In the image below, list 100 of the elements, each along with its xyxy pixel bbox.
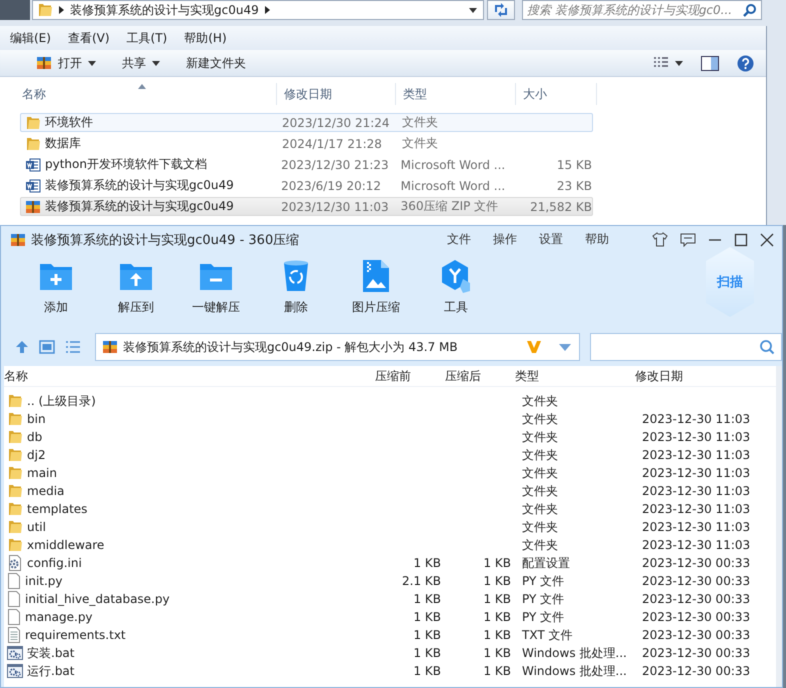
- file-name[interactable]: templates: [27, 502, 88, 516]
- column-header[interactable]: 名称: [0, 83, 277, 105]
- column-header[interactable]: 类型: [396, 83, 516, 105]
- file-row[interactable]: python开发环境软件下载文档 2023/12/30 21:23 Microsoft Word ... 15 KB: [20, 155, 593, 174]
- file-icon: [7, 591, 21, 607]
- file-type: 文件夹: [521, 482, 559, 500]
- file-name[interactable]: init.py: [25, 574, 63, 588]
- up-arrow-icon[interactable]: [15, 340, 29, 354]
- menu-item[interactable]: 工具(T): [126, 30, 168, 46]
- file-name[interactable]: bin: [27, 412, 46, 426]
- menu-item[interactable]: 操作: [493, 231, 517, 248]
- folder-icon: [7, 411, 23, 427]
- file-name[interactable]: dj2: [27, 448, 46, 462]
- column-header[interactable]: 名称: [4, 368, 371, 384]
- toolbar-button[interactable]: 共享: [116, 52, 166, 74]
- file-name[interactable]: util: [27, 520, 46, 534]
- file-name[interactable]: xmiddleware: [27, 538, 104, 552]
- menu-item[interactable]: 编辑(E): [10, 30, 51, 46]
- file-name: 装修预算系统的设计与实现gc0u49: [45, 198, 234, 215]
- view-options-button[interactable]: [653, 56, 683, 70]
- preview-pane-icon[interactable]: [701, 56, 719, 70]
- file-name[interactable]: main: [27, 466, 57, 480]
- file-type: 文件夹: [521, 500, 559, 518]
- path-field[interactable]: 装修预算系统的设计与实现gc0u49.zip - 解包大小为 43.7 MB: [94, 333, 580, 361]
- column-header[interactable]: 修改日期: [631, 368, 771, 384]
- file-row[interactable]: 装修预算系统的设计与实现gc0u49 2023/6/19 20:12 Microsoft Word ... 23 KB: [20, 176, 593, 195]
- search-field[interactable]: [590, 333, 782, 361]
- toolbar-button[interactable]: 解压到: [96, 259, 176, 316]
- help-icon[interactable]: [737, 54, 754, 72]
- menu-item[interactable]: 查看(V): [68, 30, 110, 46]
- search-field[interactable]: 搜索 装修预算系统的设计与实现gc0...: [522, 0, 762, 20]
- menu-item[interactable]: 设置: [539, 231, 563, 248]
- toolbar-button[interactable]: 新建文件夹: [180, 52, 252, 74]
- breadcrumb-item[interactable]: 装修预算系统的设计与实现gc0u49: [70, 2, 259, 18]
- file-row[interactable]: 环境软件 2023/12/30 21:24 文件夹: [20, 113, 593, 132]
- file-row[interactable]: 数据库 2024/1/17 21:28 文件夹: [20, 134, 593, 153]
- file-row[interactable]: 装修预算系统的设计与实现gc0u49 2023/12/30 11:03 360压缩 ZIP 文件 21,582 KB: [20, 197, 593, 216]
- address-dropdown-icon: [469, 8, 477, 12]
- document-icon: [25, 156, 41, 172]
- folder-plus-icon: [39, 261, 73, 291]
- original-size: 1 KB: [413, 592, 441, 606]
- file-name: 装修预算系统的设计与实现gc0u49: [45, 177, 234, 194]
- folder-icon: [7, 483, 23, 499]
- file-type: 文件夹: [521, 446, 559, 464]
- modified-date: 2023-12-30 11:03: [642, 430, 750, 444]
- toolbar-button[interactable]: 图片压缩: [336, 259, 416, 316]
- toolbar-button[interactable]: 一键解压: [176, 259, 256, 316]
- file-type: 文件夹: [521, 410, 559, 428]
- list-view-icon[interactable]: [64, 340, 81, 354]
- file-type: TXT 文件: [521, 626, 574, 644]
- menu-item[interactable]: 帮助(H): [184, 30, 227, 46]
- file-name[interactable]: .. (上级目录): [27, 392, 96, 410]
- file-name[interactable]: initial_hive_database.py: [25, 592, 170, 606]
- search-icon[interactable]: [759, 339, 776, 355]
- file-name[interactable]: db: [27, 430, 42, 444]
- archive-icon: [25, 198, 41, 214]
- window-view-icon[interactable]: [38, 340, 55, 354]
- modified-date: 2023/12/30 11:03: [281, 200, 390, 214]
- modified-date: 2023-12-30 00:33: [642, 556, 750, 570]
- file-name[interactable]: 运行.bat: [27, 662, 74, 680]
- packed-size: 1 KB: [483, 556, 511, 570]
- modified-date: 2023-12-30 11:03: [642, 466, 750, 480]
- sort-arrow-icon: [138, 84, 146, 89]
- message-icon[interactable]: [680, 232, 696, 246]
- menu-item[interactable]: 帮助: [585, 231, 609, 248]
- menu-item[interactable]: 文件: [447, 231, 471, 248]
- toolbar-button[interactable]: 删除: [256, 259, 336, 316]
- address-bar[interactable]: 装修预算系统的设计与实现gc0u49: [32, 0, 484, 20]
- file-name[interactable]: media: [27, 484, 64, 498]
- modified-date: 2023/6/19 20:12: [281, 178, 382, 192]
- file-name[interactable]: 安装.bat: [27, 644, 74, 662]
- original-size: 1 KB: [413, 628, 441, 642]
- refresh-button[interactable]: [487, 0, 515, 20]
- packed-size: 1 KB: [483, 628, 511, 642]
- toolbar-button[interactable]: 打开: [30, 52, 102, 74]
- file-name[interactable]: requirements.txt: [25, 628, 126, 642]
- close-icon[interactable]: [760, 232, 774, 246]
- toolbar-button[interactable]: 工具: [416, 259, 496, 316]
- column-header[interactable]: 压缩前: [371, 368, 441, 384]
- file-name[interactable]: config.ini: [27, 556, 82, 570]
- folder-icon: [25, 136, 41, 152]
- file-name[interactable]: manage.py: [25, 610, 93, 624]
- shirt-icon[interactable]: [652, 232, 668, 247]
- folder-icon: [7, 465, 23, 481]
- gear-window-icon: [7, 663, 23, 679]
- image-file-icon: [362, 259, 390, 293]
- file-type: 文件夹: [521, 464, 559, 482]
- column-header[interactable]: 类型: [511, 368, 631, 384]
- column-header[interactable]: 大小: [516, 83, 597, 105]
- folder-icon: [37, 2, 53, 18]
- archive-icon: [36, 55, 52, 71]
- column-header[interactable]: 修改日期: [277, 83, 396, 105]
- maximize-icon[interactable]: [734, 232, 748, 246]
- toolbar-button[interactable]: 添加: [16, 259, 96, 316]
- v-mark-icon: [526, 340, 542, 354]
- dropdown-arrow-icon[interactable]: [559, 344, 572, 350]
- folder-icon: [7, 501, 23, 517]
- file-type: 360压缩 ZIP 文件: [400, 198, 500, 215]
- hexagon-icon: [440, 259, 472, 293]
- column-header[interactable]: 压缩后: [441, 368, 511, 384]
